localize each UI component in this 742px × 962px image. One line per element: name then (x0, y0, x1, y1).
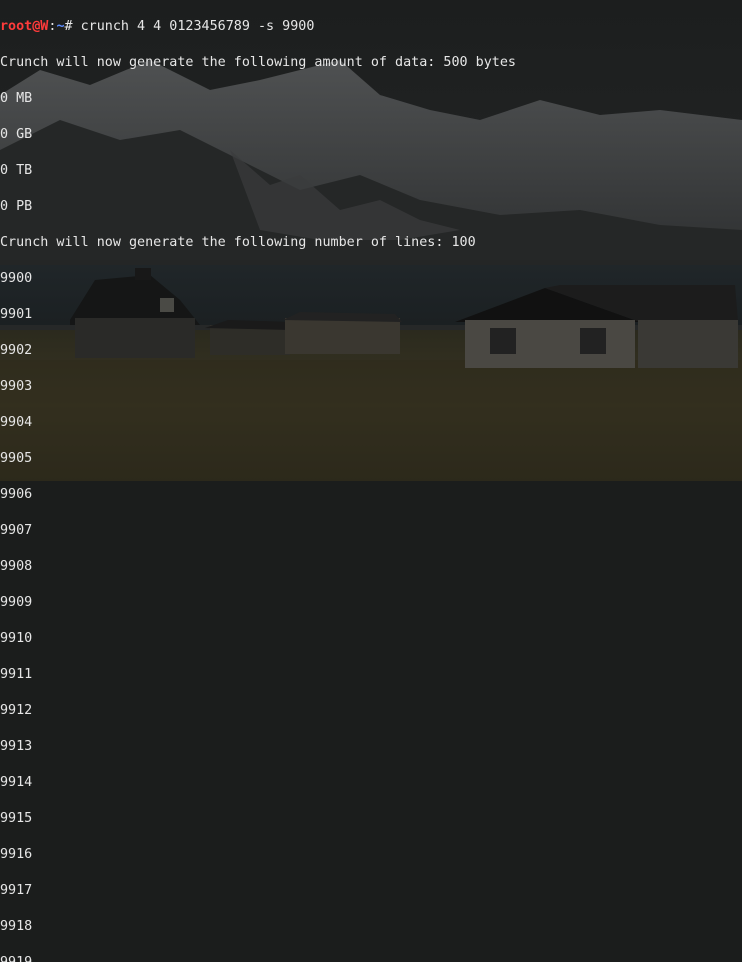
output-line: 9900 (0, 271, 33, 286)
output-line: 9901 (0, 307, 33, 322)
prompt-path: ~ (56, 19, 65, 34)
prompt-user-host: root@W (0, 19, 49, 34)
output-line: 9909 (0, 595, 33, 610)
output-line: 9918 (0, 919, 33, 934)
output-line: 9912 (0, 703, 33, 718)
output-line: 9904 (0, 415, 33, 430)
output-line: 9915 (0, 811, 33, 826)
output-line: 9919 (0, 954, 742, 962)
output-line: 9910 (0, 631, 33, 646)
output-line: 9902 (0, 343, 33, 358)
output-line: 9905 (0, 451, 33, 466)
output-line: 0 TB (0, 163, 33, 178)
output-line: 0 PB (0, 199, 33, 214)
output-line: 9917 (0, 883, 33, 898)
output-line: 9911 (0, 667, 33, 682)
output-line: 9913 (0, 739, 33, 754)
prompt-command: crunch 4 4 0123456789 -s 9900 (80, 19, 315, 34)
terminal-output[interactable]: root@W:~# crunch 4 4 0123456789 -s 9900 … (0, 0, 742, 962)
output-line: 9907 (0, 523, 33, 538)
output-line: Crunch will now generate the following a… (0, 55, 516, 70)
output-line: 9908 (0, 559, 33, 574)
output-line: 9916 (0, 847, 33, 862)
output-line: 9914 (0, 775, 33, 790)
prompt-symbol: # (64, 19, 73, 34)
output-line: Crunch will now generate the following n… (0, 235, 476, 250)
output-line: 9906 (0, 487, 33, 502)
output-line: 0 GB (0, 127, 33, 142)
output-line: 0 MB (0, 91, 33, 106)
output-line: 9903 (0, 379, 33, 394)
prompt-line: root@W:~# crunch 4 4 0123456789 -s 9900 (0, 18, 742, 36)
